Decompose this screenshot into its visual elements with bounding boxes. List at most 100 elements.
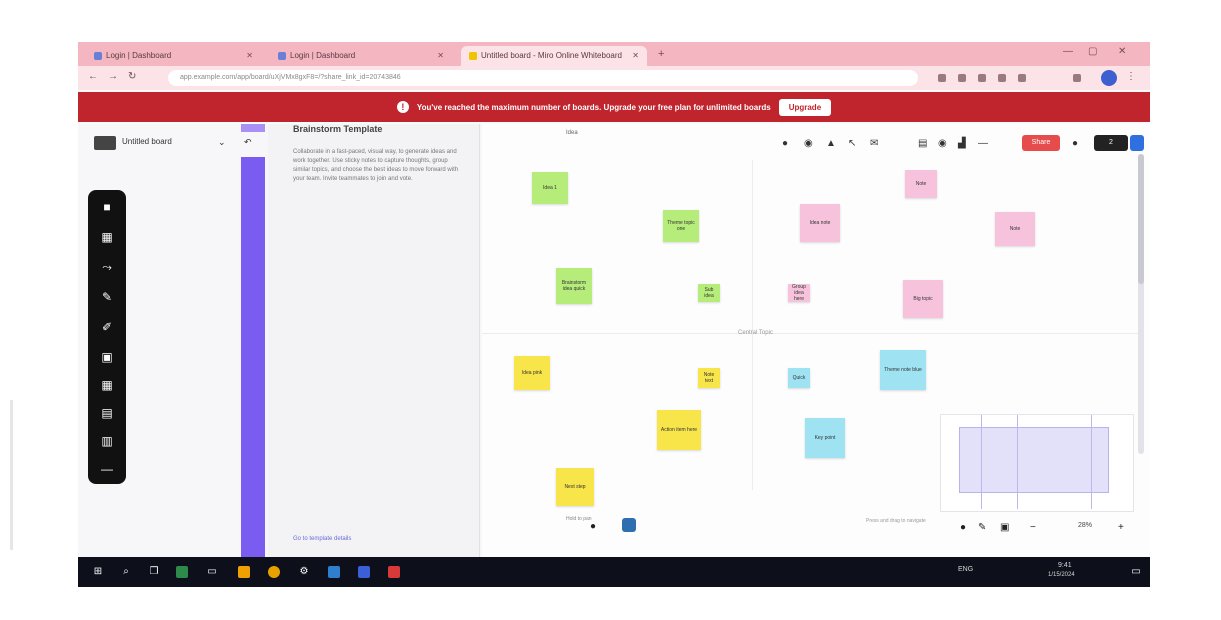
board-name[interactable]: Untitled board — [122, 137, 172, 146]
sticky-note[interactable]: Brainstorm idea quick — [556, 268, 592, 304]
vertical-scrollbar[interactable] — [1138, 154, 1144, 454]
user-avatar-icon[interactable]: ● — [1072, 138, 1078, 149]
taskview-icon[interactable]: ❐ — [148, 566, 160, 578]
start-icon[interactable]: ⊞ — [92, 566, 104, 578]
forward-icon[interactable]: → — [108, 71, 118, 82]
downloads-icon[interactable] — [1018, 74, 1026, 82]
screen: Login | Dashboard ✕ Login | Dashboard ✕ … — [78, 42, 1150, 587]
sticky-note-tool-icon[interactable]: ■ — [100, 200, 114, 214]
minimap-toggle-icon[interactable]: ▣ — [1000, 522, 1009, 533]
clock-date[interactable]: 1/15/2024 — [1048, 572, 1075, 578]
zoom-out-icon[interactable]: − — [1030, 522, 1036, 533]
tab-close-icon[interactable]: ✕ — [437, 46, 444, 66]
zoom-in-icon[interactable]: + — [1118, 522, 1124, 533]
url-input[interactable]: app.example.com/app/board/uXjVMx8gxF8=/?… — [168, 70, 918, 86]
tab-login-2[interactable]: Login | Dashboard ✕ — [270, 46, 452, 66]
bookmark-icon[interactable] — [938, 74, 946, 82]
reload-icon[interactable]: ↻ — [128, 71, 136, 82]
logo-icon[interactable] — [94, 136, 116, 150]
upgrade-button[interactable]: Upgrade — [778, 98, 832, 116]
menu-icon[interactable]: ⋮ — [1126, 71, 1136, 82]
tab-search-icon[interactable] — [998, 74, 1006, 82]
comments-icon[interactable]: ✉ — [870, 138, 878, 149]
tab-login-1[interactable]: Login | Dashboard ✕ — [86, 46, 261, 66]
present-icon[interactable]: ▤ — [918, 138, 927, 149]
board-canvas[interactable]: Idea Central Topic Idea 1 Theme topic on… — [482, 124, 1150, 557]
chrome-icon[interactable] — [268, 566, 280, 578]
tab-close-icon[interactable]: ✕ — [246, 46, 253, 66]
app-green-icon[interactable] — [176, 566, 188, 578]
more-icon[interactable]: — — [978, 138, 988, 149]
app-red-icon[interactable] — [388, 566, 400, 578]
hand-tool-icon[interactable]: ● — [590, 521, 596, 532]
central-topic-label: Central Topic — [738, 330, 773, 336]
clock-time[interactable]: 9:41 — [1058, 562, 1072, 569]
fit-view-icon[interactable]: ● — [960, 522, 966, 533]
app-blue-icon[interactable] — [328, 566, 340, 578]
sticky-note[interactable]: Action item here — [657, 410, 701, 450]
new-tab-icon[interactable]: + — [658, 48, 664, 60]
sticky-note[interactable]: Note — [995, 212, 1035, 246]
collaborators-button[interactable]: 2 — [1094, 135, 1128, 151]
sticky-note[interactable]: Idea pink — [514, 356, 550, 390]
settings-taskbar-icon[interactable]: ⚙ — [298, 566, 310, 578]
timer-icon[interactable]: ◉ — [804, 138, 813, 149]
sticky-note[interactable]: Big topic — [903, 280, 943, 318]
minimap[interactable] — [940, 414, 1134, 512]
cursor-icon[interactable]: ↖ — [848, 138, 856, 149]
panel-link[interactable]: Go to template details — [293, 536, 351, 542]
sticky-note[interactable]: Theme note blue — [880, 350, 926, 390]
card-tool-icon[interactable]: ▤ — [100, 406, 114, 420]
tab-label: Login | Dashboard — [106, 51, 172, 60]
chevron-down-icon[interactable]: ⌄ — [218, 137, 226, 148]
sticky-note[interactable]: Note text — [698, 368, 720, 388]
templates-tool-icon[interactable]: ▦ — [100, 230, 114, 244]
grid-tool-icon[interactable]: ▦ — [100, 378, 114, 392]
app-yellow-icon[interactable] — [238, 566, 250, 578]
zoom-level[interactable]: 28% — [1078, 522, 1092, 529]
chart-icon[interactable]: ▟ — [958, 138, 966, 149]
address-bar: ← → ↻ app.example.com/app/board/uXjVMx8g… — [78, 66, 1150, 90]
sticky-note[interactable]: Quick — [788, 368, 810, 388]
connect-tool-icon[interactable]: ⤳ — [100, 260, 114, 274]
undo-icon[interactable]: ↶ — [244, 137, 252, 148]
close-window-icon[interactable]: ✕ — [1118, 46, 1126, 57]
sticky-note[interactable]: Idea 1 — [532, 172, 568, 204]
profile-avatar[interactable] — [1101, 70, 1117, 86]
sidepanel-icon[interactable] — [1073, 74, 1081, 82]
vote-icon[interactable]: ▲ — [826, 138, 836, 149]
extension-icon[interactable] — [958, 74, 966, 82]
brush-tool-icon[interactable]: ✐ — [100, 320, 114, 334]
maximize-icon[interactable]: ▢ — [1088, 46, 1097, 57]
sticky-note[interactable]: Idea note — [800, 204, 840, 242]
blue-user-button[interactable] — [1130, 135, 1144, 151]
share-button[interactable]: Share — [1022, 135, 1060, 151]
sticky-note[interactable]: Sub idea — [698, 284, 720, 302]
more-tools-icon[interactable]: — — [100, 462, 114, 476]
sticky-note[interactable]: Key point — [805, 418, 845, 458]
minimize-icon[interactable]: — — [1063, 46, 1073, 57]
share-page-icon[interactable] — [978, 74, 986, 82]
tab-close-icon[interactable]: ✕ — [632, 46, 639, 66]
assistant-button[interactable] — [622, 518, 636, 532]
app-word-icon[interactable] — [358, 566, 370, 578]
reactions-icon[interactable]: ● — [782, 138, 788, 149]
tab-miro[interactable]: Untitled board - Miro Online Whiteboard … — [461, 46, 647, 66]
doc-tool-icon[interactable]: ▥ — [100, 434, 114, 448]
sticky-note[interactable]: Group idea here — [788, 284, 810, 302]
sticky-note[interactable]: Note — [905, 170, 937, 198]
scrollbar-thumb[interactable] — [1138, 154, 1144, 284]
widgets-icon[interactable]: ▭ — [206, 566, 218, 578]
search-taskbar-icon[interactable]: ⌕ — [120, 566, 132, 578]
frame-tool-icon[interactable]: ▣ — [100, 350, 114, 364]
sticky-note[interactable]: Next step — [556, 468, 594, 506]
sticky-note[interactable]: Theme topic one — [663, 210, 699, 242]
language-indicator[interactable]: ENG — [958, 566, 973, 573]
grid-toggle-icon[interactable]: ✎ — [978, 522, 986, 533]
notifications-icon[interactable]: ▭ — [1130, 566, 1142, 578]
video-icon[interactable]: ◉ — [938, 138, 947, 149]
panel-tab-top — [241, 124, 265, 132]
pen-tool-icon[interactable]: ✎ — [100, 290, 114, 304]
tab-favicon — [94, 52, 102, 60]
back-icon[interactable]: ← — [88, 71, 98, 82]
